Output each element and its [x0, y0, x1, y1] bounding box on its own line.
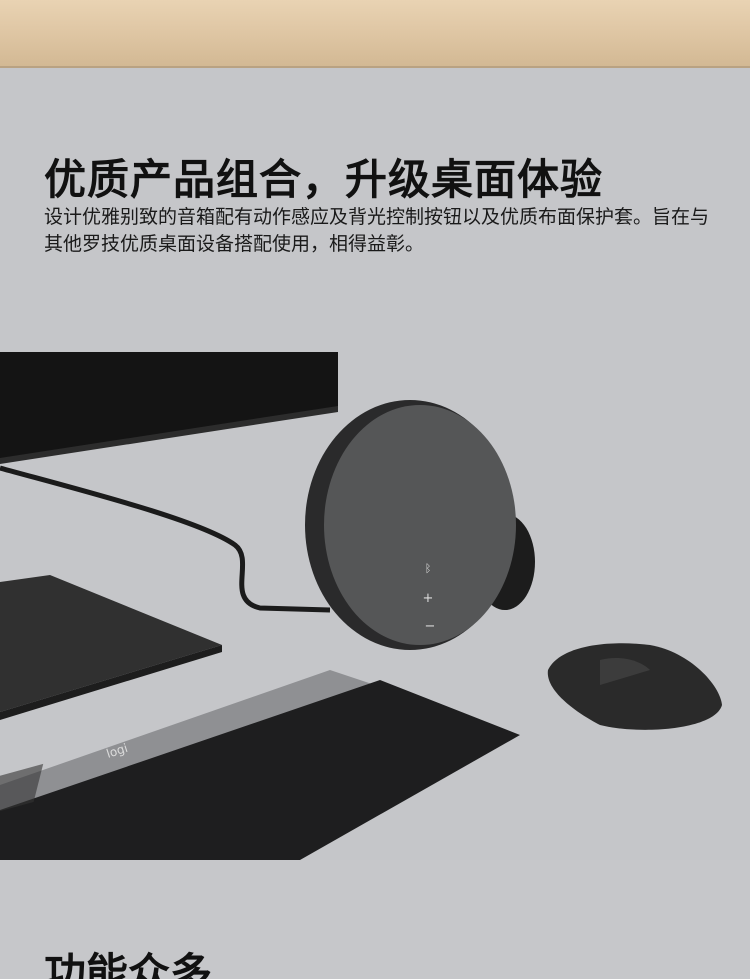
- section-description: 设计优雅别致的音箱配有动作感应及背光控制按钮以及优质布面保护套。旨在与其他罗技优…: [44, 206, 710, 255]
- product-page: 优质产品组合，升级桌面体验 设计优雅别致的音箱配有动作感应及背光控制按钮以及优质…: [0, 0, 750, 979]
- product-scene-image: ᛒ + − logi: [0, 352, 722, 860]
- monitor: [0, 352, 338, 462]
- volume-up-icon: +: [423, 591, 434, 606]
- divider: [0, 66, 750, 68]
- mouse: [547, 643, 722, 730]
- wood-desk-strip: [0, 0, 750, 68]
- section-title: 优质产品组合，升级桌面体验: [44, 155, 604, 204]
- desk-pad: [0, 575, 222, 712]
- section2-title: 功能众多: [44, 949, 213, 979]
- volume-down-icon: −: [425, 619, 436, 634]
- bluetooth-icon: ᛒ: [425, 562, 432, 575]
